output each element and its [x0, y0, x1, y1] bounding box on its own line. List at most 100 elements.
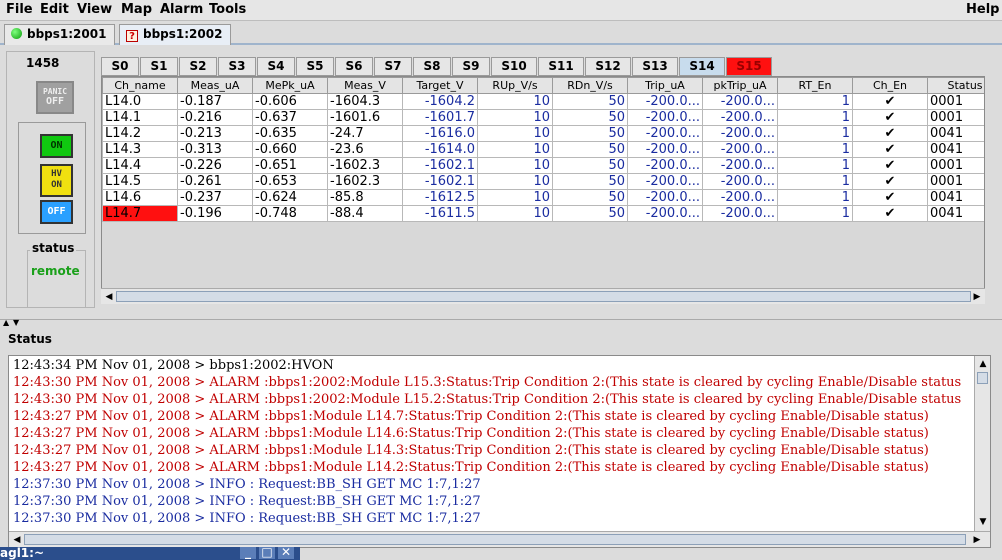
- on-button[interactable]: ON: [40, 134, 73, 158]
- table-cell[interactable]: -85.8: [327, 189, 403, 206]
- table-cell[interactable]: -0.216: [177, 109, 253, 126]
- tab-s7[interactable]: S7: [374, 57, 412, 76]
- tab-s5[interactable]: S5: [296, 57, 334, 76]
- column-header[interactable]: RT_En: [777, 77, 853, 94]
- table-cell[interactable]: ✔: [852, 109, 928, 126]
- table-cell[interactable]: ✔: [852, 189, 928, 206]
- table-cell[interactable]: ✔: [852, 141, 928, 158]
- table-cell[interactable]: 10: [477, 109, 553, 126]
- table-cell[interactable]: -1604.2: [402, 93, 478, 110]
- tab-s13[interactable]: S13: [632, 57, 678, 76]
- column-header[interactable]: RUp_V/s: [477, 77, 553, 94]
- table-cell[interactable]: 50: [552, 141, 628, 158]
- collapse-down-icon[interactable]: ▼: [13, 318, 19, 327]
- table-cell[interactable]: -1616.0: [402, 125, 478, 142]
- table-cell[interactable]: -200.0...: [627, 157, 703, 174]
- table-cell[interactable]: -200.0...: [702, 141, 778, 158]
- tab-s14[interactable]: S14: [679, 57, 725, 76]
- table-cell[interactable]: -0.313: [177, 141, 253, 158]
- table-cell[interactable]: 10: [477, 141, 553, 158]
- table-cell[interactable]: 1: [777, 93, 853, 110]
- table-cell[interactable]: 0041: [927, 189, 984, 206]
- table-cell[interactable]: -1602.1: [402, 157, 478, 174]
- table-cell[interactable]: 0001: [927, 109, 984, 126]
- table-cell[interactable]: ✔: [852, 93, 928, 110]
- table-cell[interactable]: ✔: [852, 205, 928, 222]
- table-cell[interactable]: 50: [552, 157, 628, 174]
- table-cell[interactable]: 1: [777, 125, 853, 142]
- tab-bbps1-2001[interactable]: bbps1:2001: [4, 24, 115, 45]
- column-header[interactable]: Meas_V: [327, 77, 403, 94]
- log-scroll-right-icon[interactable]: ▶: [971, 534, 983, 546]
- tab-s15[interactable]: S15: [726, 57, 772, 76]
- table-cell[interactable]: L14.3: [102, 141, 178, 158]
- table-cell[interactable]: -0.653: [252, 173, 328, 190]
- table-cell[interactable]: 50: [552, 109, 628, 126]
- table-cell[interactable]: -200.0...: [627, 205, 703, 222]
- menu-help[interactable]: Help: [966, 2, 999, 17]
- column-header[interactable]: Status: [927, 77, 984, 94]
- log-vertical-scrollbar[interactable]: ▲ ▼: [974, 356, 990, 532]
- table-cell[interactable]: L14.5: [102, 173, 178, 190]
- tab-s6[interactable]: S6: [335, 57, 373, 76]
- tab-s9[interactable]: S9: [452, 57, 490, 76]
- table-cell[interactable]: L14.2: [102, 125, 178, 142]
- table-cell[interactable]: -0.237: [177, 189, 253, 206]
- table-cell[interactable]: 10: [477, 205, 553, 222]
- column-header[interactable]: Target_V: [402, 77, 478, 94]
- table-cell[interactable]: -1612.5: [402, 189, 478, 206]
- table-cell[interactable]: -0.606: [252, 93, 328, 110]
- log-scroll-left-icon[interactable]: ◀: [11, 534, 23, 546]
- table-cell[interactable]: -1602.1: [402, 173, 478, 190]
- column-header[interactable]: Meas_uA: [177, 77, 253, 94]
- log-horizontal-scrollbar[interactable]: ◀ ▶: [9, 531, 990, 547]
- tab-bbps1-2002[interactable]: ? bbps1:2002: [119, 24, 231, 45]
- table-cell[interactable]: -200.0...: [627, 125, 703, 142]
- off-button[interactable]: OFF: [40, 200, 73, 224]
- table-row[interactable]: L14.5 -0.261 -0.653 -1602.3 -1602.1 10 50 -200.…: [102, 173, 984, 190]
- scroll-down-icon[interactable]: ▼: [977, 516, 989, 528]
- tab-s0[interactable]: S0: [101, 57, 139, 76]
- table-cell[interactable]: -0.637: [252, 109, 328, 126]
- table-row[interactable]: L14.2 -0.213 -0.635 -24.7 -1616.0 10 50 -200.0.…: [102, 125, 984, 142]
- table-cell[interactable]: -200.0...: [702, 125, 778, 142]
- table-cell[interactable]: -200.0...: [627, 109, 703, 126]
- table-cell[interactable]: -1602.3: [327, 157, 403, 174]
- table-cell[interactable]: -200.0...: [702, 93, 778, 110]
- table-cell[interactable]: 10: [477, 125, 553, 142]
- table-cell[interactable]: -0.261: [177, 173, 253, 190]
- table-cell[interactable]: ✔: [852, 157, 928, 174]
- column-header[interactable]: Ch_En: [852, 77, 928, 94]
- table-cell[interactable]: L14.1: [102, 109, 178, 126]
- minimize-icon[interactable]: _: [240, 546, 256, 559]
- tab-s1[interactable]: S1: [140, 57, 178, 76]
- table-cell[interactable]: -0.187: [177, 93, 253, 110]
- table-cell[interactable]: ✔: [852, 173, 928, 190]
- table-cell[interactable]: -24.7: [327, 125, 403, 142]
- menu-file[interactable]: File: [6, 2, 33, 17]
- table-cell[interactable]: -1614.0: [402, 141, 478, 158]
- table-cell[interactable]: -200.0...: [627, 93, 703, 110]
- table-cell[interactable]: 10: [477, 93, 553, 110]
- table-cell[interactable]: L14.0: [102, 93, 178, 110]
- table-cell[interactable]: 10: [477, 189, 553, 206]
- collapse-up-icon[interactable]: ▲: [3, 318, 9, 327]
- table-cell[interactable]: 1: [777, 109, 853, 126]
- table-cell[interactable]: 50: [552, 189, 628, 206]
- table-cell[interactable]: -0.635: [252, 125, 328, 142]
- table-row[interactable]: L14.4 -0.226 -0.651 -1602.3 -1602.1 10 50 -200.…: [102, 157, 984, 174]
- menu-alarm[interactable]: Alarm: [160, 2, 203, 17]
- tab-s4[interactable]: S4: [257, 57, 295, 76]
- tab-s12[interactable]: S12: [585, 57, 631, 76]
- hv-on-button[interactable]: HV ON: [40, 164, 73, 197]
- table-cell[interactable]: -0.624: [252, 189, 328, 206]
- tab-s10[interactable]: S10: [491, 57, 537, 76]
- table-cell[interactable]: -1611.5: [402, 205, 478, 222]
- table-cell[interactable]: -0.213: [177, 125, 253, 142]
- log-scroll-thumb[interactable]: [977, 372, 988, 384]
- table-cell[interactable]: -0.196: [177, 205, 253, 222]
- tab-s8[interactable]: S8: [413, 57, 451, 76]
- table-cell[interactable]: -1604.3: [327, 93, 403, 110]
- table-cell[interactable]: -1602.3: [327, 173, 403, 190]
- table-cell[interactable]: -1601.7: [402, 109, 478, 126]
